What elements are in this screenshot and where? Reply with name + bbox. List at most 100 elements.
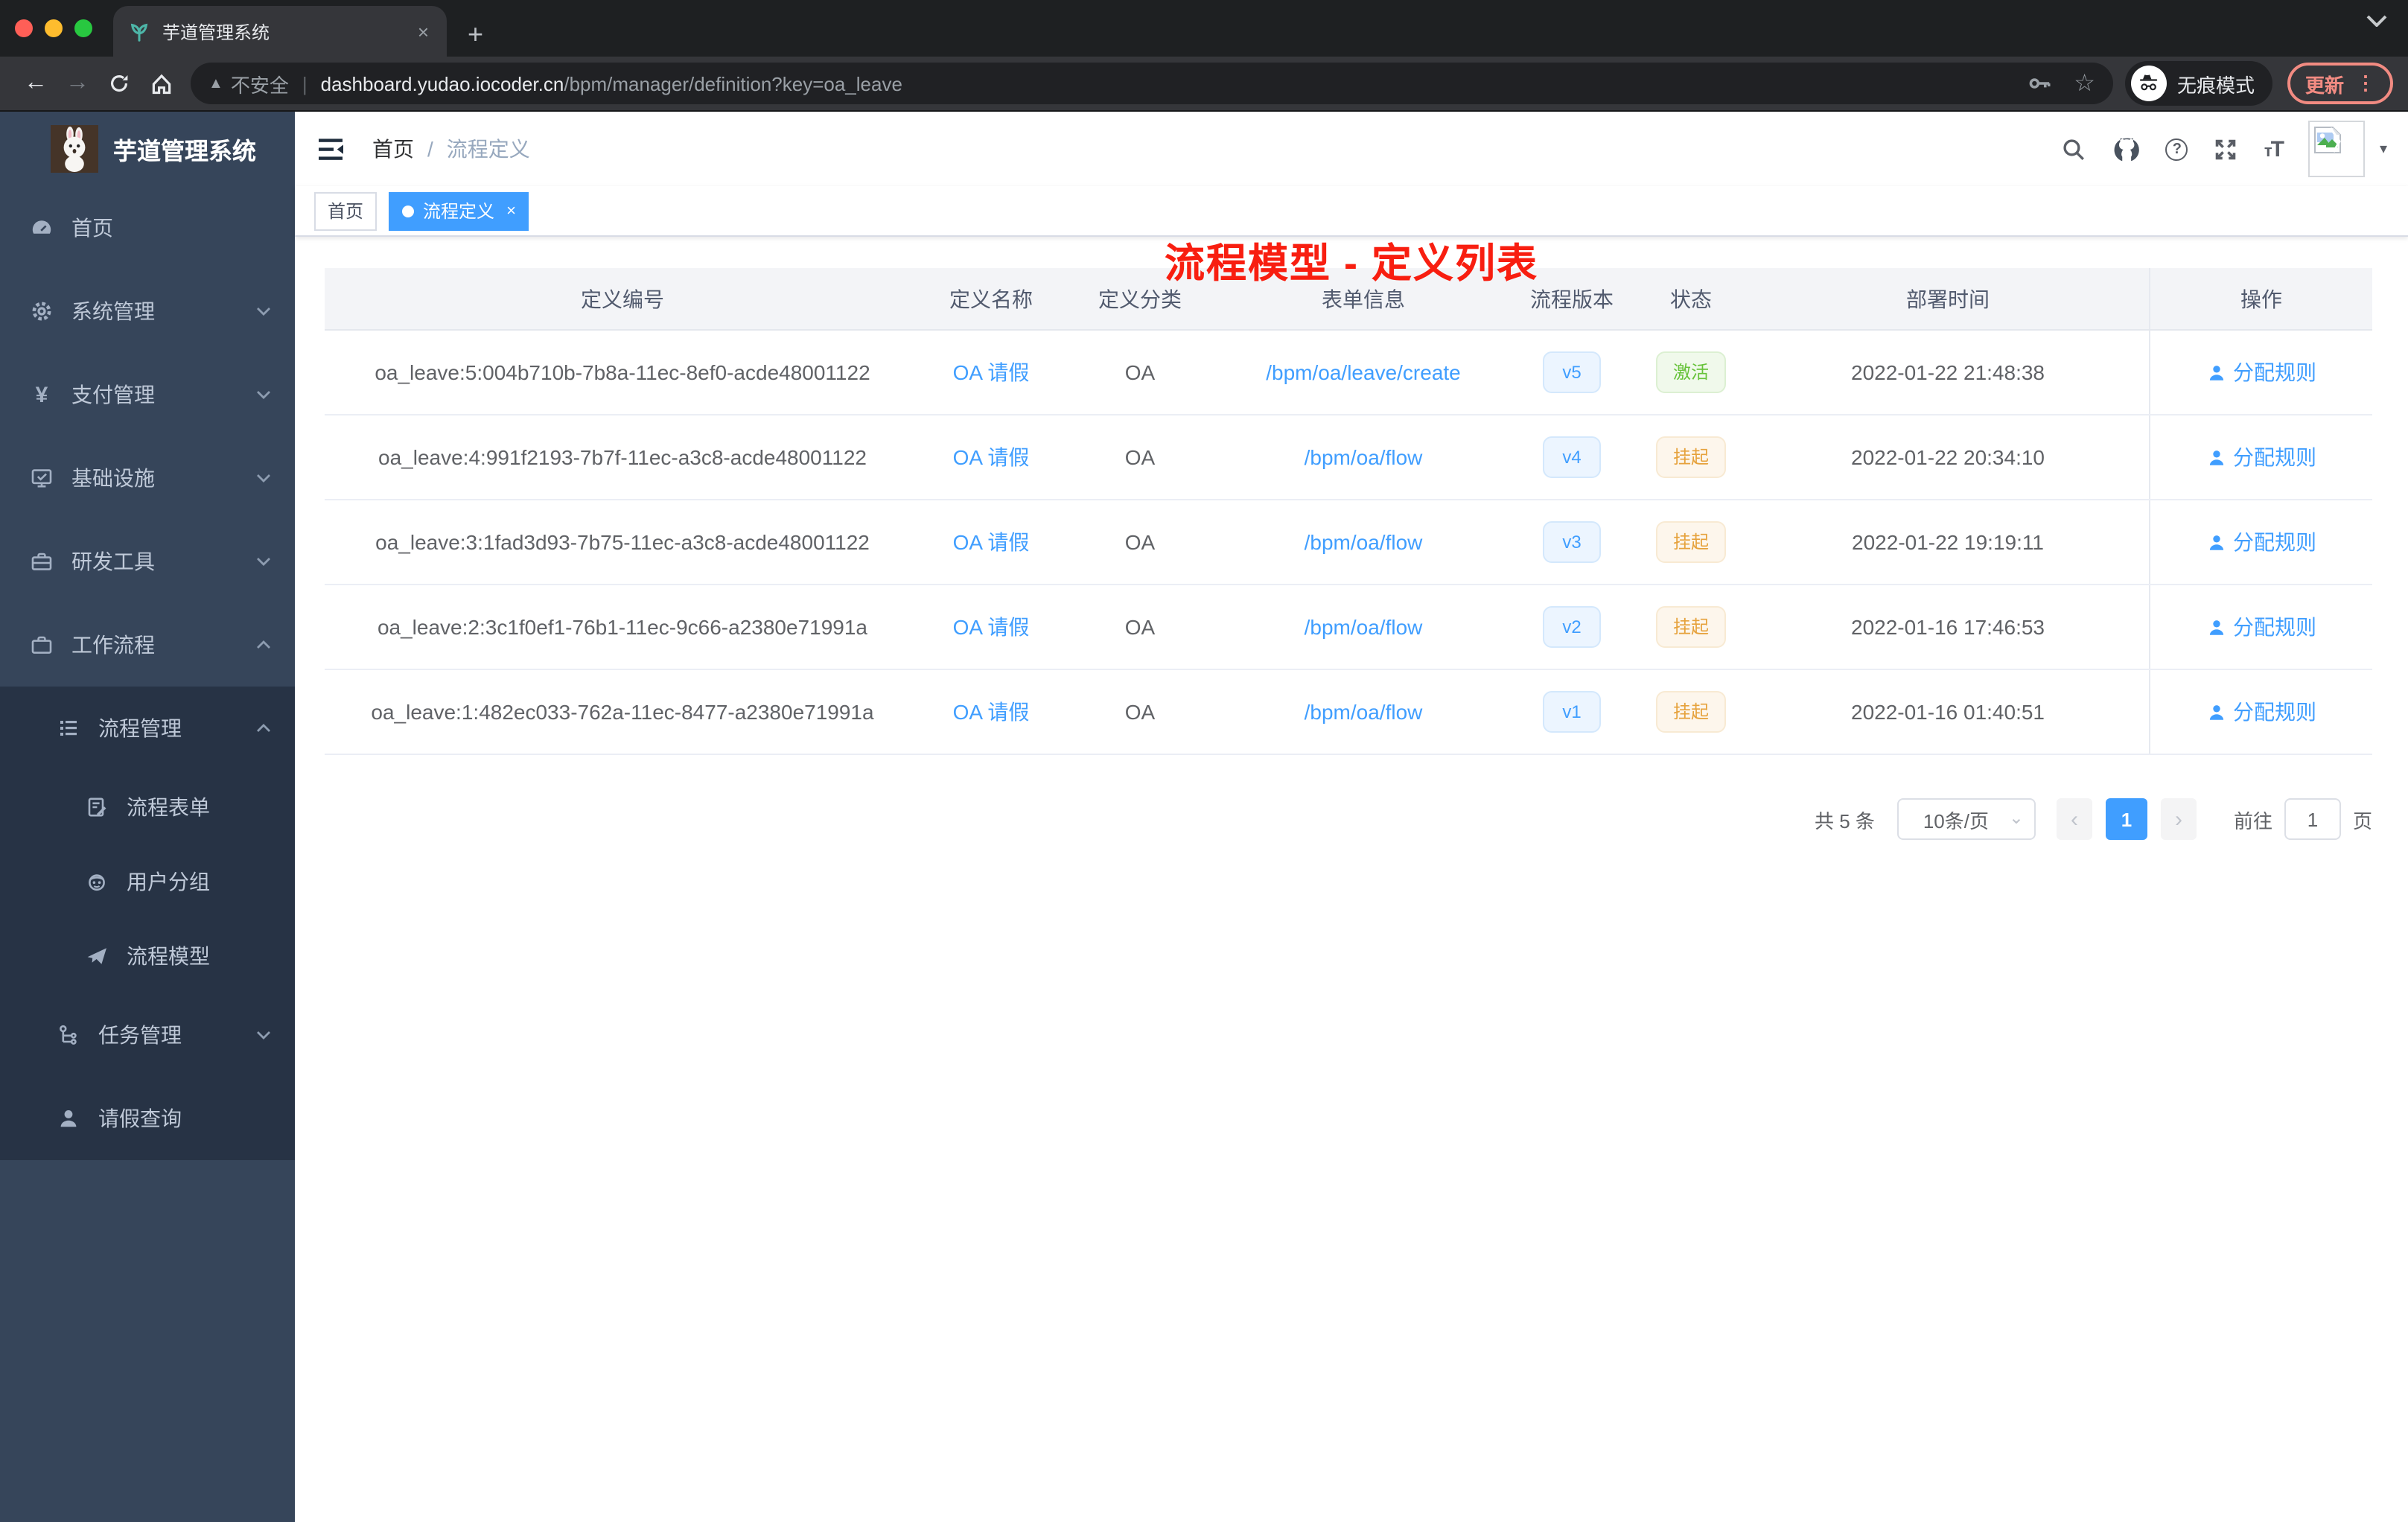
action-label: 分配规则 xyxy=(2233,360,2316,384)
new-tab-button[interactable]: + xyxy=(468,21,483,48)
page-size-value: 10条/页 xyxy=(1923,809,1989,832)
sidebar-item-payment[interactable]: ¥ 支付管理 xyxy=(0,353,295,436)
main-panel: 首页 / 流程定义 ? тT ▾ 流程模型 - 定义列表 首页 流程定义 × 定… xyxy=(295,112,2408,1522)
app-logo-row[interactable]: 芋道管理系统 xyxy=(0,112,295,186)
user-icon xyxy=(57,1107,80,1130)
search-icon[interactable] xyxy=(2062,136,2087,162)
tag-label: 首页 xyxy=(328,201,364,222)
screen: 芋道管理系统 × + ← → ▲ 不安全 | dashboard.yudao.i… xyxy=(0,0,2408,1522)
form-link[interactable]: /bpm/oa/flow xyxy=(1305,615,1423,639)
forward-button[interactable]: → xyxy=(57,63,98,104)
sidebar-item-label: 任务管理 xyxy=(98,1023,182,1047)
sidebar-item-label: 支付管理 xyxy=(71,383,155,407)
browser-tab[interactable]: 芋道管理系统 × xyxy=(113,6,447,57)
version-tag: v4 xyxy=(1543,436,1601,478)
assign-rule-link[interactable]: 分配规则 xyxy=(2206,357,2316,387)
close-window-button[interactable] xyxy=(15,19,33,37)
sidebar-item-infrastructure[interactable]: 基础设施 xyxy=(0,436,295,520)
user-icon xyxy=(2208,620,2223,634)
prev-page-button[interactable]: ‹ xyxy=(2056,798,2092,840)
update-label: 更新 xyxy=(2305,74,2344,96)
password-key-icon[interactable] xyxy=(2026,70,2053,97)
tag-home[interactable]: 首页 xyxy=(314,191,378,230)
help-icon[interactable]: ? xyxy=(2165,138,2188,160)
app-logo-avatar xyxy=(51,125,98,173)
bookmark-star-icon[interactable]: ☆ xyxy=(2074,69,2095,98)
version-tag: v1 xyxy=(1543,691,1601,733)
table-header-row: 定义编号 定义名称 定义分类 表单信息 流程版本 状态 部署时间 操作 xyxy=(325,268,2372,331)
sidebar-item-task-management[interactable]: 任务管理 xyxy=(0,993,295,1077)
address-bar[interactable]: ▲ 不安全 | dashboard.yudao.iocoder.cn/bpm/m… xyxy=(191,63,2113,104)
page-1-button[interactable]: 1 xyxy=(2105,798,2147,840)
profile-chevron-icon[interactable] xyxy=(2366,15,2387,27)
github-icon[interactable] xyxy=(2112,135,2141,163)
form-link[interactable]: /bpm/oa/flow xyxy=(1305,530,1423,554)
col-header: 操作 xyxy=(2149,268,2372,329)
active-dot xyxy=(402,205,415,217)
col-header: 部署时间 xyxy=(1906,287,1990,311)
url-path: /bpm/manager/definition?key=oa_leave xyxy=(564,72,902,95)
pagination: 共 5 条 10条/页 ⌄ ‹ 1 › 前往 页 xyxy=(325,798,2372,840)
app-title: 芋道管理系统 xyxy=(113,140,257,165)
cell-definition-id: oa_leave:3:1fad3d93-7b75-11ec-a3c8-acde4… xyxy=(375,530,870,554)
sidebar-item-user-group[interactable]: 用户分组 xyxy=(0,844,295,919)
avatar-caret-icon[interactable]: ▾ xyxy=(2380,141,2387,157)
sidebar-item-process-form[interactable]: 流程表单 xyxy=(0,770,295,844)
definition-name-link[interactable]: OA 请假 xyxy=(953,697,1030,727)
definition-name-link[interactable]: OA 请假 xyxy=(953,357,1030,387)
minimize-window-button[interactable] xyxy=(45,19,63,37)
user-icon xyxy=(2208,704,2223,719)
browser-menu-icon[interactable]: ⋮ xyxy=(2356,71,2375,95)
avatar[interactable] xyxy=(2307,121,2365,177)
sidebar-item-workflow[interactable]: 工作流程 xyxy=(0,603,295,687)
fullscreen-icon[interactable] xyxy=(2214,136,2239,162)
assign-rule-link[interactable]: 分配规则 xyxy=(2206,527,2316,557)
cell-category: OA xyxy=(1124,360,1156,384)
status-badge: 挂起 xyxy=(1656,691,1725,733)
hamburger-icon[interactable] xyxy=(319,134,348,164)
incognito-badge: 无痕模式 xyxy=(2124,61,2272,106)
page-unit-label: 页 xyxy=(2352,809,2372,832)
form-link[interactable]: /bpm/oa/leave/create xyxy=(1266,360,1461,384)
sidebar-item-system[interactable]: 系统管理 xyxy=(0,270,295,353)
assign-rule-link[interactable]: 分配规则 xyxy=(2206,442,2316,472)
tag-process-definition[interactable]: 流程定义 × xyxy=(389,191,529,230)
update-button[interactable]: 更新 ⋮ xyxy=(2287,63,2393,104)
zoom-window-button[interactable] xyxy=(74,19,92,37)
home-button[interactable] xyxy=(140,63,182,104)
content-area: 定义编号 定义名称 定义分类 表单信息 流程版本 状态 部署时间 操作 oa_l… xyxy=(295,237,2408,840)
sidebar-item-label: 系统管理 xyxy=(71,299,155,323)
security-status[interactable]: ▲ 不安全 xyxy=(208,69,289,98)
browser-toolbar: ← → ▲ 不安全 | dashboard.yudao.iocoder.cn/b… xyxy=(0,57,2408,112)
tag-close-icon[interactable]: × xyxy=(506,202,516,220)
col-header: 定义分类 xyxy=(1098,287,1182,311)
user-icon xyxy=(2208,365,2223,380)
table-row: oa_leave:5:004b710b-7b8a-11ec-8ef0-acde4… xyxy=(325,331,2372,415)
sidebar-item-process-management[interactable]: 流程管理 xyxy=(0,687,295,770)
next-page-button[interactable]: › xyxy=(2160,798,2197,840)
back-button[interactable]: ← xyxy=(15,63,57,104)
cell-category: OA xyxy=(1124,700,1156,724)
font-size-icon[interactable]: тT xyxy=(2264,136,2284,162)
goto-page-input[interactable] xyxy=(2284,798,2341,840)
form-link[interactable]: /bpm/oa/flow xyxy=(1305,700,1423,724)
definition-name-link[interactable]: OA 请假 xyxy=(953,442,1030,472)
definition-name-link[interactable]: OA 请假 xyxy=(953,527,1030,557)
assign-rule-link[interactable]: 分配规则 xyxy=(2206,697,2316,727)
status-badge: 挂起 xyxy=(1656,606,1725,648)
sidebar-item-home[interactable]: 首页 xyxy=(0,186,295,270)
sidebar-item-label: 基础设施 xyxy=(71,466,155,490)
sidebar-item-process-model[interactable]: 流程模型 xyxy=(0,919,295,993)
sidebar-item-dev-tools[interactable]: 研发工具 xyxy=(0,520,295,603)
breadcrumb-home[interactable]: 首页 xyxy=(372,134,414,164)
question-glyph: ? xyxy=(2172,141,2182,157)
definition-name-link[interactable]: OA 请假 xyxy=(953,612,1030,642)
form-link[interactable]: /bpm/oa/flow xyxy=(1305,445,1423,469)
tab-close-icon[interactable]: × xyxy=(415,20,432,42)
page-size-select[interactable]: 10条/页 ⌄ xyxy=(1896,798,2036,840)
sidebar-item-leave-query[interactable]: 请假查询 xyxy=(0,1077,295,1160)
status-badge: 挂起 xyxy=(1656,521,1725,563)
reload-button[interactable] xyxy=(98,63,140,104)
list-icon xyxy=(57,716,80,740)
assign-rule-link[interactable]: 分配规则 xyxy=(2206,612,2316,642)
